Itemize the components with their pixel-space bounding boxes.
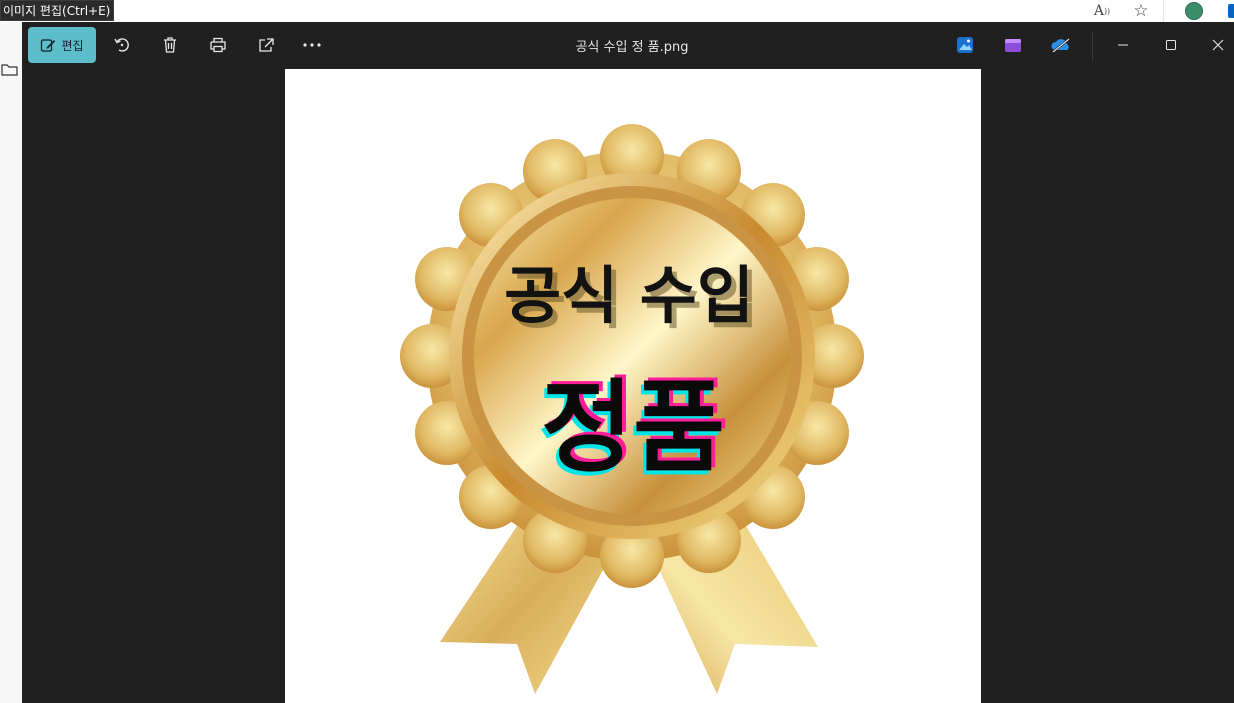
photo-viewer-window: 편집 공식 수입 정 품.png 공식 수입 공식 수입 정품 정품 정품 [22,22,1234,703]
maximize-icon [1166,40,1176,50]
maximize-button[interactable] [1148,28,1194,62]
more-icon [303,43,321,47]
print-icon [210,37,226,53]
edit-tooltip: 이미지 편집(Ctrl+E) [0,0,114,21]
extension-icon[interactable] [1184,2,1204,20]
rotate-button[interactable] [104,27,140,63]
clipchamp-icon[interactable] [1004,36,1022,54]
close-icon [1212,39,1224,51]
rotate-icon [114,38,129,52]
badge-line2: 정품 [541,369,725,486]
read-aloud-icon[interactable]: A)) [1092,2,1112,20]
file-title: 공식 수입 정 품.png [575,40,689,55]
close-button[interactable] [1195,28,1234,62]
minimize-icon [1118,44,1128,46]
star-icon[interactable]: ☆ [1130,1,1152,21]
browser-divider [1163,0,1164,22]
share-icon [259,38,274,52]
badge-line1: 공식 수입 [504,259,754,332]
minimize-button[interactable] [1100,28,1146,62]
share-button[interactable] [248,27,284,63]
folder-icon[interactable] [1,62,18,76]
delete-button[interactable] [152,27,188,63]
genuine-badge-image: 공식 수입 공식 수입 정품 정품 정품 [400,124,864,694]
toolbar-divider [1092,31,1093,61]
browser-left-strip [0,22,22,703]
browser-toolbar: A)) ☆ [0,0,1234,23]
image-canvas: 공식 수입 공식 수입 정품 정품 정품 [285,69,981,703]
edit-button-label: 편집 [61,38,84,53]
viewer-toolbar: 편집 공식 수입 정 품.png [22,22,1234,69]
photos-app-icon[interactable] [956,36,974,54]
more-options-button[interactable] [294,27,330,63]
trash-icon [164,37,176,53]
print-button[interactable] [200,27,236,63]
browser-edge-button[interactable] [1228,4,1234,18]
edit-icon [41,39,56,52]
onedrive-icon[interactable] [1050,36,1072,54]
edit-button[interactable]: 편집 [28,27,96,63]
